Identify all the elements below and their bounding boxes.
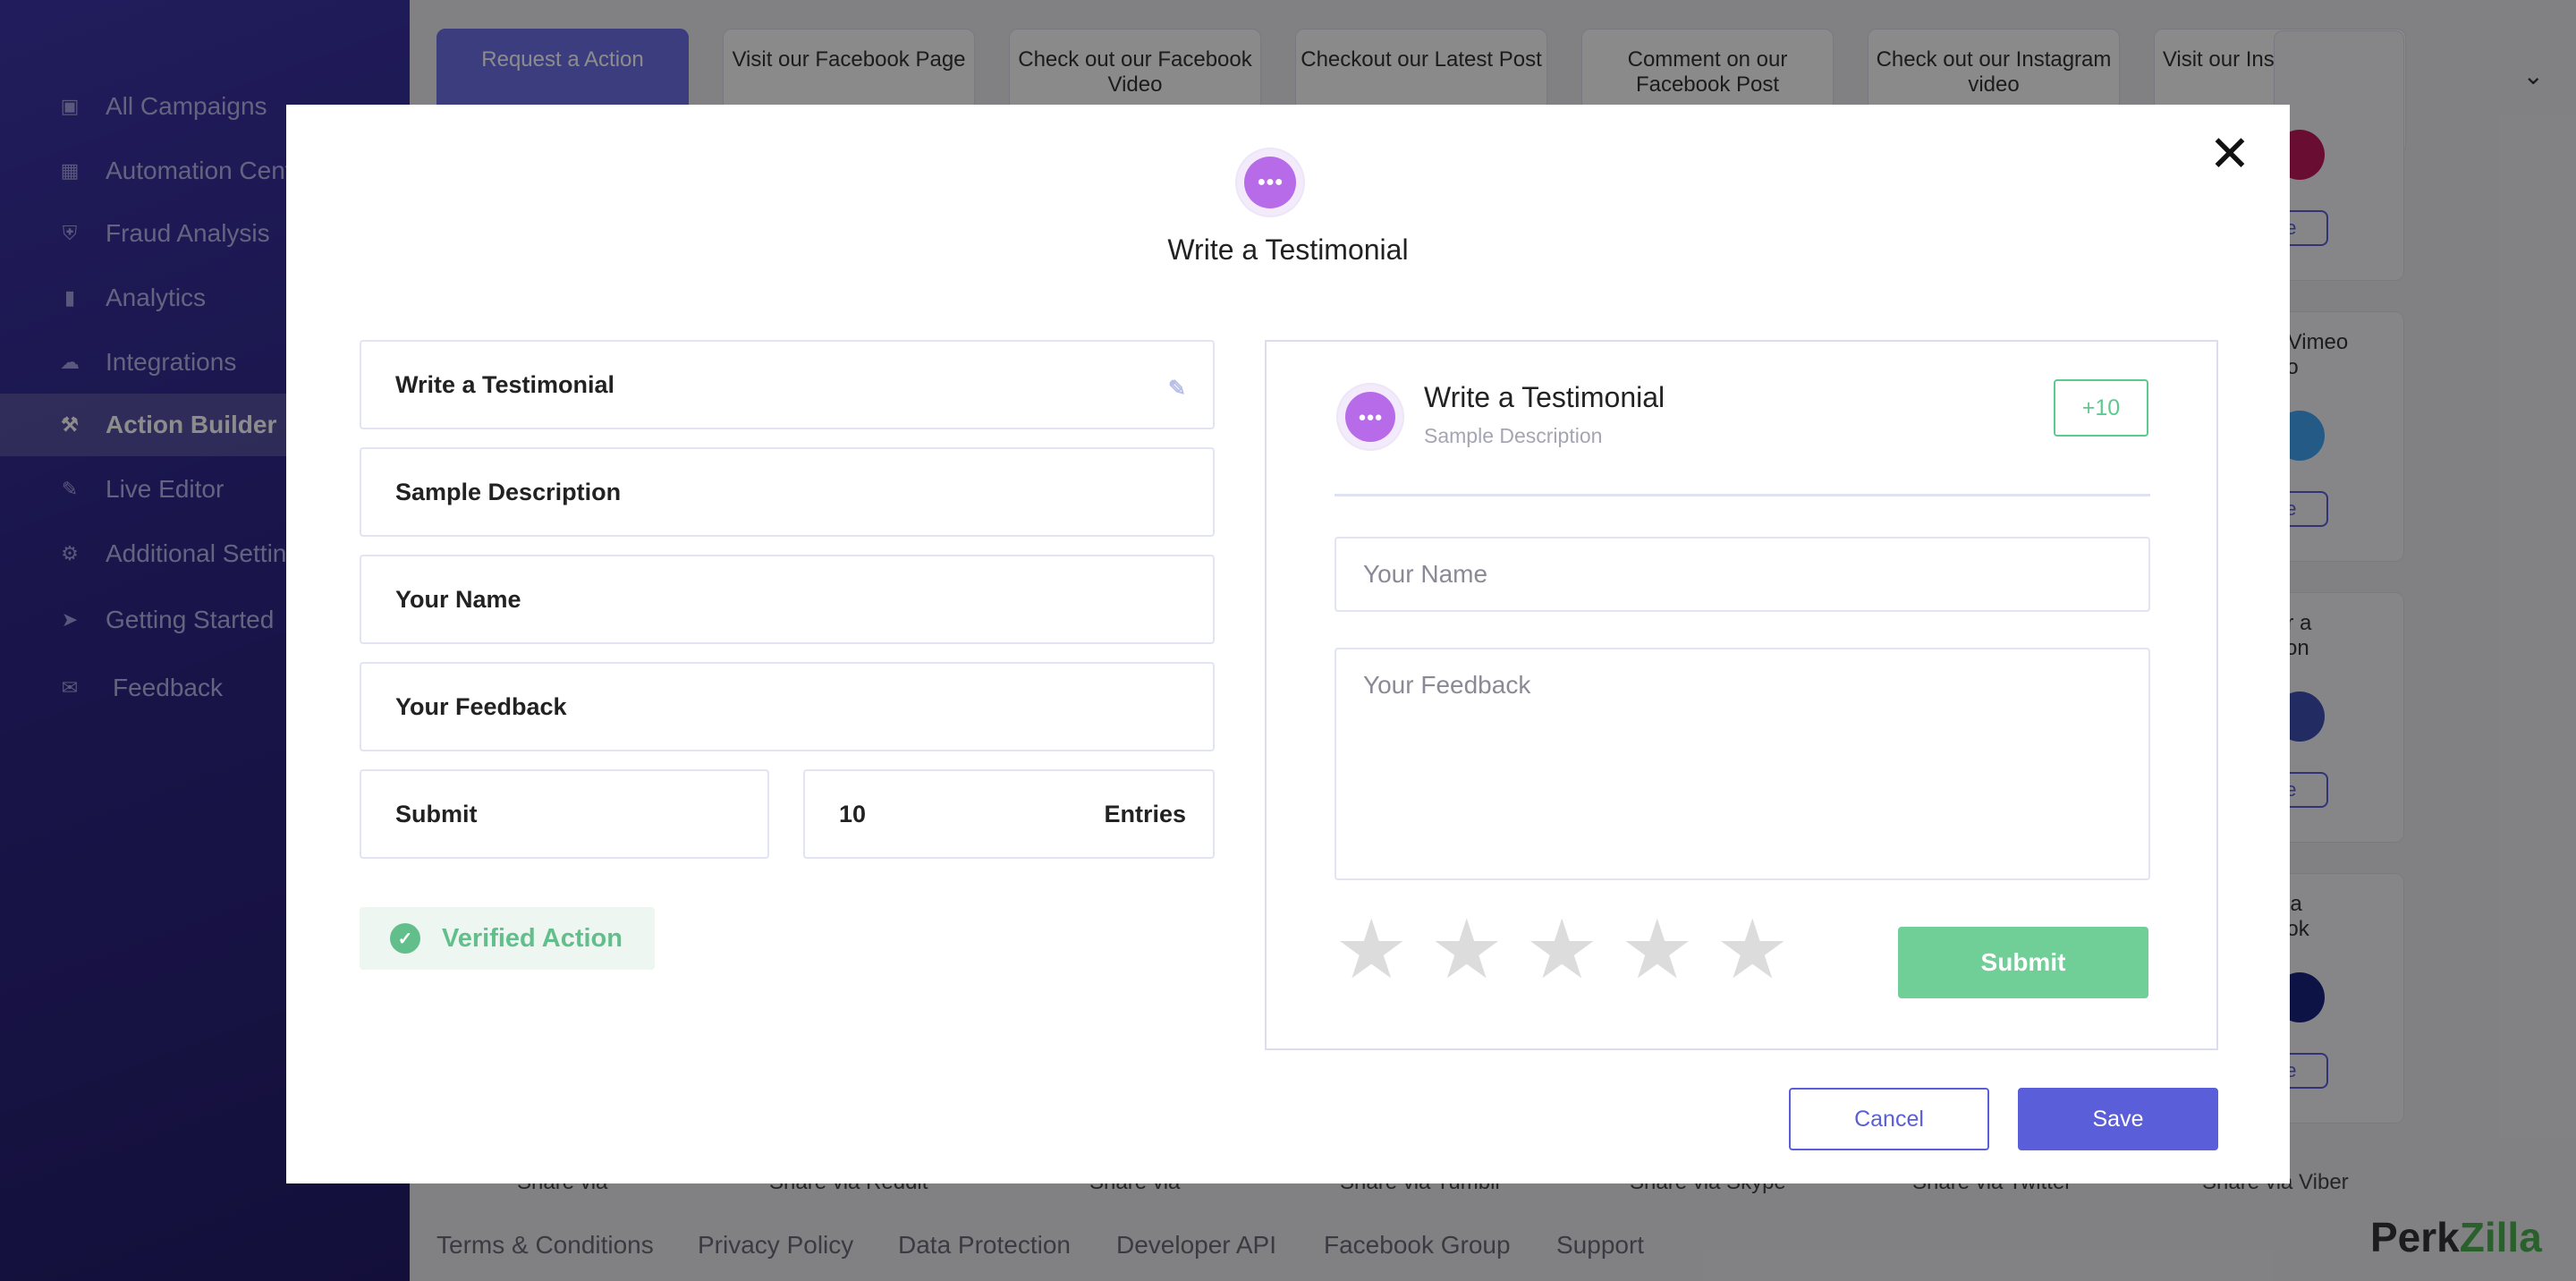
close-icon[interactable]: ✕ [2207, 129, 2252, 179]
description-field-value: Sample Description [395, 478, 622, 505]
modal-title: Write a Testimonial [1167, 233, 1409, 266]
title-field-value: Write a Testimonial [395, 370, 615, 398]
testimonial-icon: ●●● [1237, 149, 1303, 216]
title-field[interactable]: Write a Testimonial ✎ [360, 340, 1215, 429]
entries-label: Entries [1104, 800, 1186, 827]
name-field-value: Your Name [395, 585, 521, 613]
feedback-field-value: Your Feedback [395, 692, 567, 720]
pencil-icon[interactable]: ✎ [1168, 376, 1186, 402]
description-field[interactable]: Sample Description [360, 447, 1215, 537]
star-icon[interactable]: ★ [1620, 909, 1693, 991]
entries-field[interactable]: 10 Entries [803, 769, 1215, 859]
speech-bubble-icon: ●●● [1345, 392, 1395, 442]
preview-feedback-textarea[interactable] [1335, 648, 2150, 880]
save-button[interactable]: Save [2018, 1088, 2218, 1150]
star-icon[interactable]: ★ [1716, 909, 1789, 991]
star-icon[interactable]: ★ [1525, 909, 1598, 991]
testimonial-icon: ●●● [1338, 385, 1402, 449]
entries-value: 10 [839, 800, 867, 827]
feedback-field[interactable]: Your Feedback [360, 662, 1215, 751]
submit-label-field[interactable]: Submit [360, 769, 769, 859]
star-icon[interactable]: ★ [1429, 909, 1503, 991]
star-rating: ★ ★ ★ ★ ★ [1335, 909, 1810, 991]
name-field[interactable]: Your Name [360, 555, 1215, 644]
points-badge: +10 [2054, 379, 2148, 437]
submit-label-value: Submit [395, 800, 478, 827]
check-circle-icon: ✓ [390, 923, 420, 954]
preview-submit-button[interactable]: Submit [1898, 927, 2148, 998]
preview-name-input[interactable] [1335, 537, 2150, 612]
verified-action-badge[interactable]: ✓ Verified Action [360, 907, 655, 970]
preview-divider [1335, 494, 2150, 496]
speech-bubble-icon: ●●● [1244, 157, 1296, 208]
action-preview: ●●● Write a Testimonial Sample Descripti… [1265, 340, 2218, 1050]
cancel-button[interactable]: Cancel [1789, 1088, 1989, 1150]
preview-description: Sample Description [1424, 424, 1603, 447]
preview-title: Write a Testimonial [1424, 381, 1665, 413]
star-icon[interactable]: ★ [1335, 909, 1408, 991]
testimonial-modal: ✕ ●●● Write a Testimonial Write a Testim… [286, 105, 2290, 1183]
verified-action-label: Verified Action [442, 923, 623, 953]
